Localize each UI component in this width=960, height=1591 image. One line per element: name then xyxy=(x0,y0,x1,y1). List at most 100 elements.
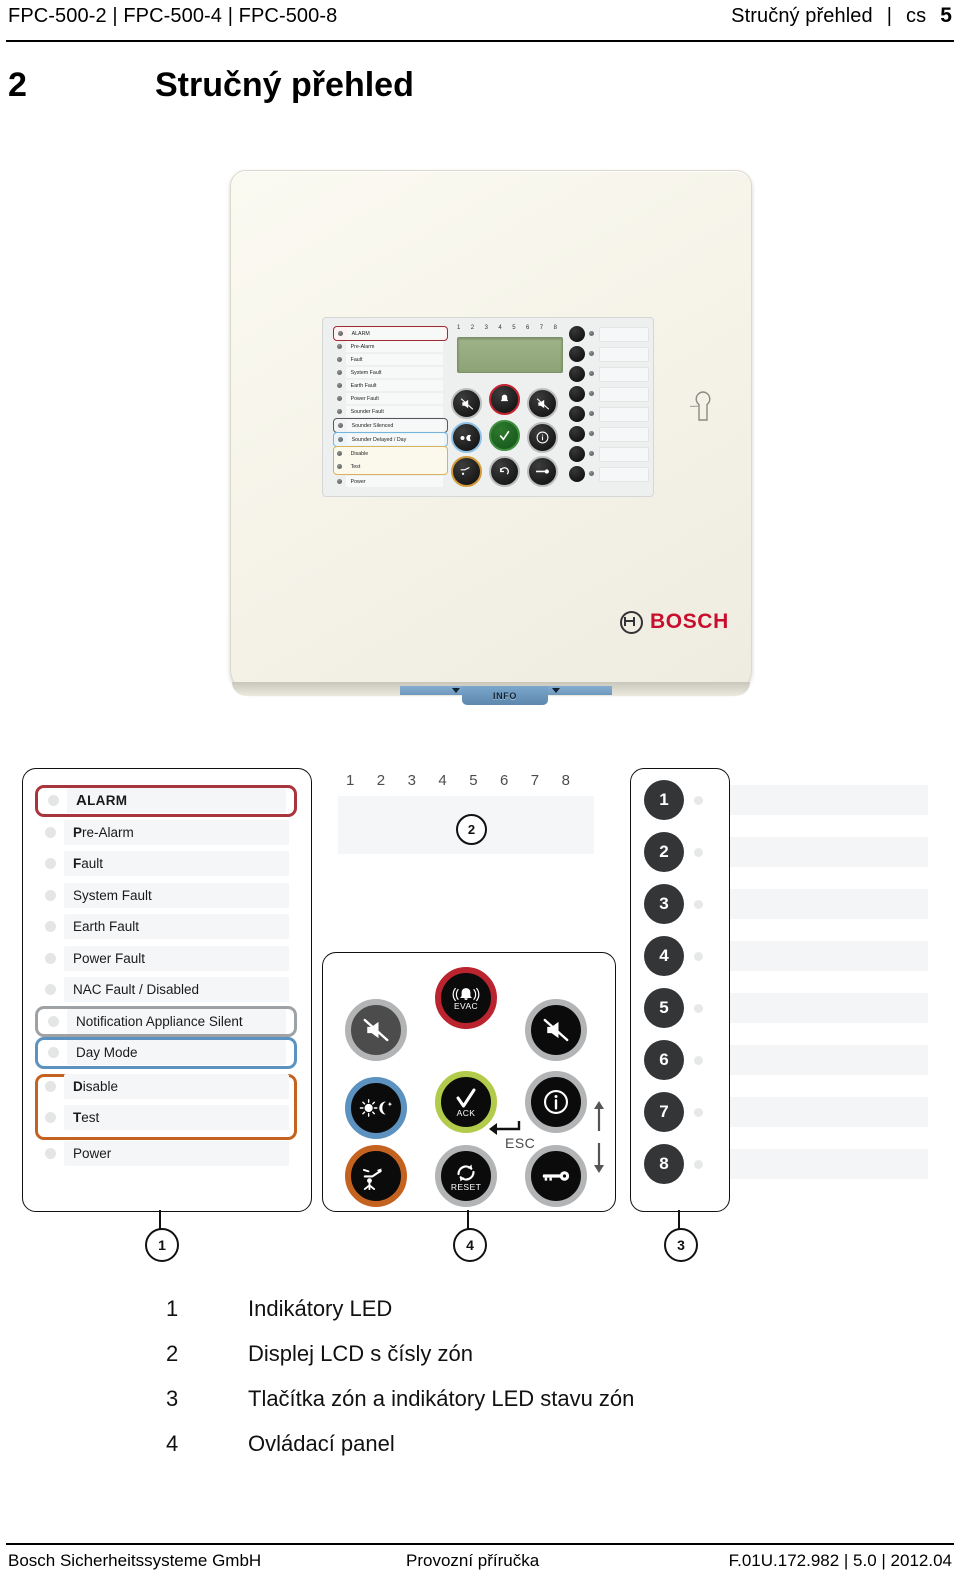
led-dot-icon xyxy=(337,369,342,375)
zone-button[interactable]: 8 xyxy=(644,1144,684,1184)
key-reset[interactable]: RESET xyxy=(435,1145,497,1207)
faceplate-led-power-fault: Power Fault xyxy=(333,392,446,405)
faceplate-keypad xyxy=(451,384,561,487)
legend-item-4: 4 Ovládací panel xyxy=(0,1431,960,1476)
led-dot-icon xyxy=(337,382,342,388)
keyhole-icon xyxy=(690,390,716,424)
faceplate-led-label: Power xyxy=(350,478,366,485)
key-reset-caption: RESET xyxy=(450,1181,482,1192)
led-row-power-fault[interactable]: Power Fault xyxy=(35,943,297,975)
led-row-label: System Fault xyxy=(73,887,152,903)
zone-item-2[interactable]: 2 xyxy=(630,832,928,884)
header-separator-1: | xyxy=(886,5,893,27)
key-evac[interactable]: EVAC xyxy=(435,967,497,1029)
faceplate-led-system-fault: System Fault xyxy=(333,366,446,379)
fire-brigade-icon xyxy=(362,1168,382,1190)
figure-legend: 1 Indikátory LED 2 Displej LCD s čísly z… xyxy=(0,1296,960,1476)
lcd-zone-number: 7 xyxy=(530,772,540,789)
led-dot-icon xyxy=(337,395,342,401)
faceplate-led-test: Test xyxy=(333,460,446,473)
zone-item-3[interactable]: 3 xyxy=(630,884,928,936)
led-dot-icon xyxy=(45,1112,56,1124)
led-indicator-box: ALARM Pre-Alarm Fault System Fault Earth… xyxy=(22,768,312,1212)
zone-item-1[interactable]: 1 xyxy=(630,780,928,832)
led-row-day-mode[interactable]: Day Mode xyxy=(35,1037,297,1069)
zone-led-icon xyxy=(694,1160,703,1169)
faceplate-led-label: Pre-Alarm xyxy=(350,343,375,350)
zone-button[interactable]: 2 xyxy=(644,832,684,872)
key-sounder-off[interactable] xyxy=(345,999,407,1061)
zone-button-list: 1 2 3 4 5 6 7 8 xyxy=(630,780,930,1210)
led-dot-icon xyxy=(45,1147,56,1159)
led-row-pre-alarm[interactable]: Pre-Alarm xyxy=(35,817,297,849)
faceplate-key-fire-brigade xyxy=(451,456,482,487)
header-divider xyxy=(6,40,954,42)
zone-item-8[interactable]: 8 xyxy=(630,1144,928,1196)
led-dot-icon xyxy=(338,436,343,442)
page-number: 5 xyxy=(940,4,952,27)
led-dot-icon xyxy=(338,422,343,428)
led-row-system-fault[interactable]: System Fault xyxy=(35,880,297,912)
zone-label-strip xyxy=(730,941,928,971)
key-day-night[interactable] xyxy=(345,1077,407,1139)
legend-item-3: 3 Tlačítka zón a indikátory LED stavu zó… xyxy=(0,1386,960,1431)
page-footer: Bosch Sicherheitssysteme GmbH Provozní p… xyxy=(8,1551,952,1571)
led-row-fault[interactable]: Fault xyxy=(35,848,297,880)
faceplate-led-label: Disable xyxy=(350,450,369,457)
led-dot-icon xyxy=(337,356,342,362)
led-indicator-list: ALARM Pre-Alarm Fault System Fault Earth… xyxy=(35,783,297,1169)
zone-button[interactable]: 3 xyxy=(644,884,684,924)
callout-marker-4: 4 xyxy=(453,1228,487,1262)
led-row-power[interactable]: Power xyxy=(35,1138,297,1170)
led-row-alarm[interactable]: ALARM xyxy=(35,785,297,817)
faceplate-lcd-display xyxy=(457,337,563,373)
key-keyswitch[interactable] xyxy=(525,1145,587,1207)
zone-item-4[interactable]: 4 xyxy=(630,936,928,988)
faceplate-led-label: Fault xyxy=(350,356,363,363)
led-row-earth-fault[interactable]: Earth Fault xyxy=(35,911,297,943)
faceplate-zone-number: 6 xyxy=(525,325,530,331)
faceplate-key-ack xyxy=(489,420,520,451)
legend-number: 3 xyxy=(166,1386,179,1411)
legend-number: 1 xyxy=(166,1296,179,1321)
led-row-disable[interactable]: Disable xyxy=(35,1071,297,1103)
control-keypad-box: EVAC ACK RESET ESC xyxy=(322,952,616,1212)
sounder-off-icon xyxy=(363,1018,389,1042)
key-info[interactable] xyxy=(525,1071,587,1133)
zone-item-6[interactable]: 6 xyxy=(630,1040,928,1092)
chapter-heading: 2 Stručný přehled xyxy=(0,66,960,118)
faceplate-led-alarm: ALARM xyxy=(333,326,448,341)
faceplate-zone-number-row: 1 2 3 4 5 6 7 8 xyxy=(457,325,557,335)
zone-label-strip xyxy=(730,1149,928,1179)
led-row-notification-appliance-silent[interactable]: Notification Appliance Silent xyxy=(35,1005,297,1037)
zone-button[interactable]: 1 xyxy=(644,780,684,820)
key-sounder-silence[interactable] xyxy=(525,999,587,1061)
zone-led-icon xyxy=(694,1108,703,1117)
faceplate-led-sounder-fault: Sounder Fault xyxy=(333,405,446,418)
faceplate-led-disable: Disable xyxy=(333,447,446,460)
zone-item-5[interactable]: 5 xyxy=(630,988,928,1040)
faceplate-led-label: Sounder Silenced xyxy=(351,422,394,429)
lcd-zone-number: 2 xyxy=(376,772,386,789)
faceplate-led-label: Earth Fault xyxy=(350,382,377,389)
product-photo: INFO ALARM Pre-Alarm Fault System Fault xyxy=(224,162,758,714)
zone-label-strip xyxy=(730,993,928,1023)
zone-item-7[interactable]: 7 xyxy=(630,1092,928,1144)
led-dot-icon xyxy=(338,330,343,336)
zone-button[interactable]: 6 xyxy=(644,1040,684,1080)
zone-button[interactable]: 5 xyxy=(644,988,684,1028)
key-fire-brigade[interactable] xyxy=(345,1145,407,1207)
led-row-nac-fault-disabled[interactable]: NAC Fault / Disabled xyxy=(35,974,297,1006)
faceplate-led-label: System Fault xyxy=(350,369,382,376)
footer-doc-type: Provozní příručka xyxy=(406,1551,540,1570)
zone-button[interactable]: 7 xyxy=(644,1092,684,1132)
zone-label-strip xyxy=(730,889,928,919)
led-row-test[interactable]: Test xyxy=(35,1102,297,1134)
header-model-list: FPC-500-2 | FPC-500-4 | FPC-500-8 xyxy=(8,5,338,27)
faceplate-key-day-night xyxy=(451,422,482,453)
esc-label: ESC xyxy=(505,1135,536,1151)
zone-button[interactable]: 4 xyxy=(644,936,684,976)
led-dot-icon xyxy=(337,463,342,469)
info-tab: INFO xyxy=(462,686,548,705)
led-row-label: Day Mode xyxy=(76,1045,138,1061)
